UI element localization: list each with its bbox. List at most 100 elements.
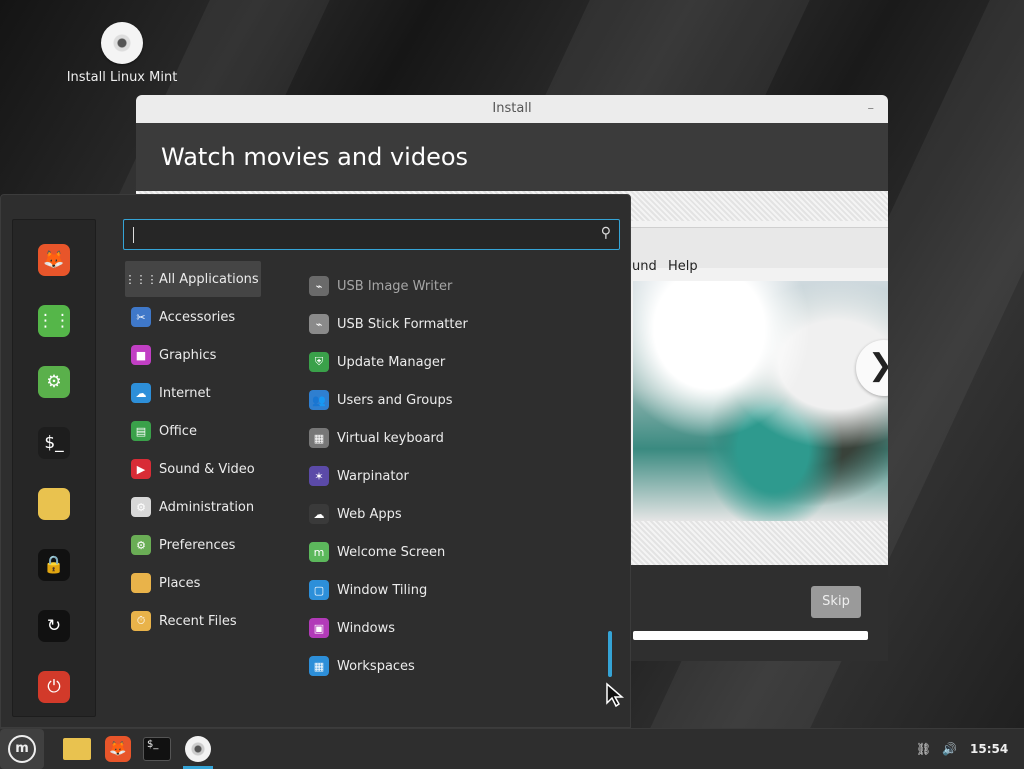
scrollbar[interactable] xyxy=(608,631,612,677)
category-label: Graphics xyxy=(159,347,217,363)
app-icon: ⛨ xyxy=(309,352,329,372)
app-label: Window Tiling xyxy=(337,582,428,598)
favorite-lock-screen[interactable]: 🔒 xyxy=(38,549,70,581)
category-places[interactable]: Places xyxy=(125,565,275,601)
terminal-icon: $_ xyxy=(44,433,64,453)
app-icon: ▦ xyxy=(309,428,329,448)
app-label: Windows xyxy=(337,620,396,636)
slide-heading: Watch movies and videos xyxy=(136,123,888,191)
minimize-icon[interactable]: – xyxy=(868,95,875,123)
mint-menu-button[interactable]: m xyxy=(0,729,44,769)
category-icon: ▶ xyxy=(131,459,151,479)
favorites-panel: 🦊 ⋮⋮ ⚙ $_ 🔒 ↻ ⏻ xyxy=(12,219,96,717)
taskbar-files[interactable] xyxy=(60,732,94,766)
app-icon: ▢ xyxy=(309,580,329,600)
system-settings-icon: ⚙ xyxy=(46,372,62,392)
app-virtual-keyboard[interactable]: ▦ Virtual keyboard xyxy=(309,420,444,456)
app-label: Users and Groups xyxy=(337,392,453,408)
taskbar-terminal[interactable]: $_ xyxy=(140,732,174,766)
app-icon: ✶ xyxy=(309,466,329,486)
app-icon: ▣ xyxy=(309,618,329,638)
category-icon: ⏱ xyxy=(131,611,151,631)
lock-screen-icon: 🔒 xyxy=(43,555,65,575)
taskbar-firefox[interactable]: 🦊 xyxy=(101,732,135,766)
app-label: USB Stick Formatter xyxy=(337,316,468,332)
favorite-terminal[interactable]: $_ xyxy=(38,427,70,459)
category-recent-files[interactable]: ⏱ Recent Files xyxy=(125,603,275,639)
app-warpinator[interactable]: ✶ Warpinator xyxy=(309,458,409,494)
firefox-icon: 🦊 xyxy=(43,250,65,270)
category-label: Preferences xyxy=(159,537,236,553)
taskbar-install[interactable] xyxy=(181,732,215,769)
volume-icon[interactable]: 🔊 xyxy=(942,729,957,769)
window-titlebar[interactable]: Install – xyxy=(136,95,888,123)
desktop-icon-install-linux-mint[interactable]: Install Linux Mint xyxy=(62,22,182,85)
category-label: Sound & Video xyxy=(159,461,255,477)
disc-icon xyxy=(101,22,143,64)
app-icon: 👥 xyxy=(309,390,329,410)
category-graphics[interactable]: ■ Graphics xyxy=(125,337,275,373)
app-icon: ▦ xyxy=(309,656,329,676)
category-label: All Applications xyxy=(159,271,259,287)
mint-logo-icon: m xyxy=(8,735,36,763)
category-label: Administration xyxy=(159,499,255,515)
terminal-icon: $_ xyxy=(143,737,171,761)
category-office[interactable]: ▤ Office xyxy=(125,413,275,449)
app-windows[interactable]: ▣ Windows xyxy=(309,610,395,646)
app-label: Web Apps xyxy=(337,506,402,522)
app-update-manager[interactable]: ⛨ Update Manager xyxy=(309,344,445,380)
app-window-tiling[interactable]: ▢ Window Tiling xyxy=(309,572,427,608)
network-icon[interactable]: ⛓ xyxy=(916,729,931,769)
app-welcome-screen[interactable]: m Welcome Screen xyxy=(309,534,445,570)
category-sound-video[interactable]: ▶ Sound & Video xyxy=(125,451,275,487)
favorite-files[interactable] xyxy=(38,488,70,520)
skip-button[interactable]: Skip xyxy=(811,586,861,618)
category-label: Accessories xyxy=(159,309,236,325)
app-workspaces[interactable]: ▦ Workspaces xyxy=(309,648,415,684)
app-label: Virtual keyboard xyxy=(337,430,444,446)
category-icon: ■ xyxy=(131,345,151,365)
category-internet[interactable]: ☁ Internet xyxy=(125,375,275,411)
category-icon xyxy=(131,573,151,593)
app-label: Update Manager xyxy=(337,354,446,370)
app-users-and-groups[interactable]: 👥 Users and Groups xyxy=(309,382,452,418)
clock[interactable]: 15:54 xyxy=(970,729,1008,769)
favorite-software-manager[interactable]: ⋮⋮ xyxy=(37,305,71,337)
category-administration[interactable]: ⚙ Administration xyxy=(125,489,275,525)
favorite-logout[interactable]: ↻ xyxy=(38,610,70,642)
slide-photo xyxy=(633,281,888,521)
application-menu: 🦊 ⋮⋮ ⚙ $_ 🔒 ↻ ⏻ ⚲ ⋮⋮⋮ All Applications ✂ Accessor… xyxy=(0,194,631,728)
install-progress-bar xyxy=(633,631,868,640)
app-web-apps[interactable]: ☁ Web Apps xyxy=(309,496,402,532)
app-label: Warpinator xyxy=(337,468,409,484)
favorite-quit[interactable]: ⏻ xyxy=(38,671,70,703)
slide-menu-item: und xyxy=(632,259,657,274)
search-icon: ⚲ xyxy=(600,225,611,241)
app-icon: ☁ xyxy=(309,504,329,524)
search-field[interactable]: ⚲ xyxy=(123,219,620,251)
search-input[interactable] xyxy=(124,220,598,251)
window-title: Install xyxy=(492,101,532,116)
category-accessories[interactable]: ✂ Accessories xyxy=(125,299,275,335)
app-usb-image-writer[interactable]: ⌁ USB Image Writer xyxy=(309,268,452,304)
category-icon: ▤ xyxy=(131,421,151,441)
category-icon: ⋮⋮⋮ xyxy=(124,272,158,286)
app-usb-stick-formatter[interactable]: ⌁ USB Stick Formatter xyxy=(309,306,468,342)
firefox-icon: 🦊 xyxy=(105,736,131,762)
category-icon: ⚙ xyxy=(131,535,151,555)
category-all-applications[interactable]: ⋮⋮⋮ All Applications xyxy=(125,261,261,297)
app-label: USB Image Writer xyxy=(337,278,453,294)
disc-icon xyxy=(185,736,211,762)
favorite-firefox[interactable]: 🦊 xyxy=(38,244,70,276)
app-icon: ⌁ xyxy=(309,276,329,296)
category-label: Recent Files xyxy=(159,613,237,629)
category-preferences[interactable]: ⚙ Preferences xyxy=(125,527,275,563)
taskbar: m 🦊 $_ ⛓ 🔊 15:54 xyxy=(0,728,1024,769)
app-icon: m xyxy=(309,542,329,562)
category-icon: ⚙ xyxy=(131,497,151,517)
quit-icon: ⏻ xyxy=(47,677,61,697)
software-manager-icon: ⋮⋮ xyxy=(37,311,71,331)
category-label: Office xyxy=(159,423,197,439)
category-label: Places xyxy=(159,575,201,591)
favorite-system-settings[interactable]: ⚙ xyxy=(38,366,70,398)
